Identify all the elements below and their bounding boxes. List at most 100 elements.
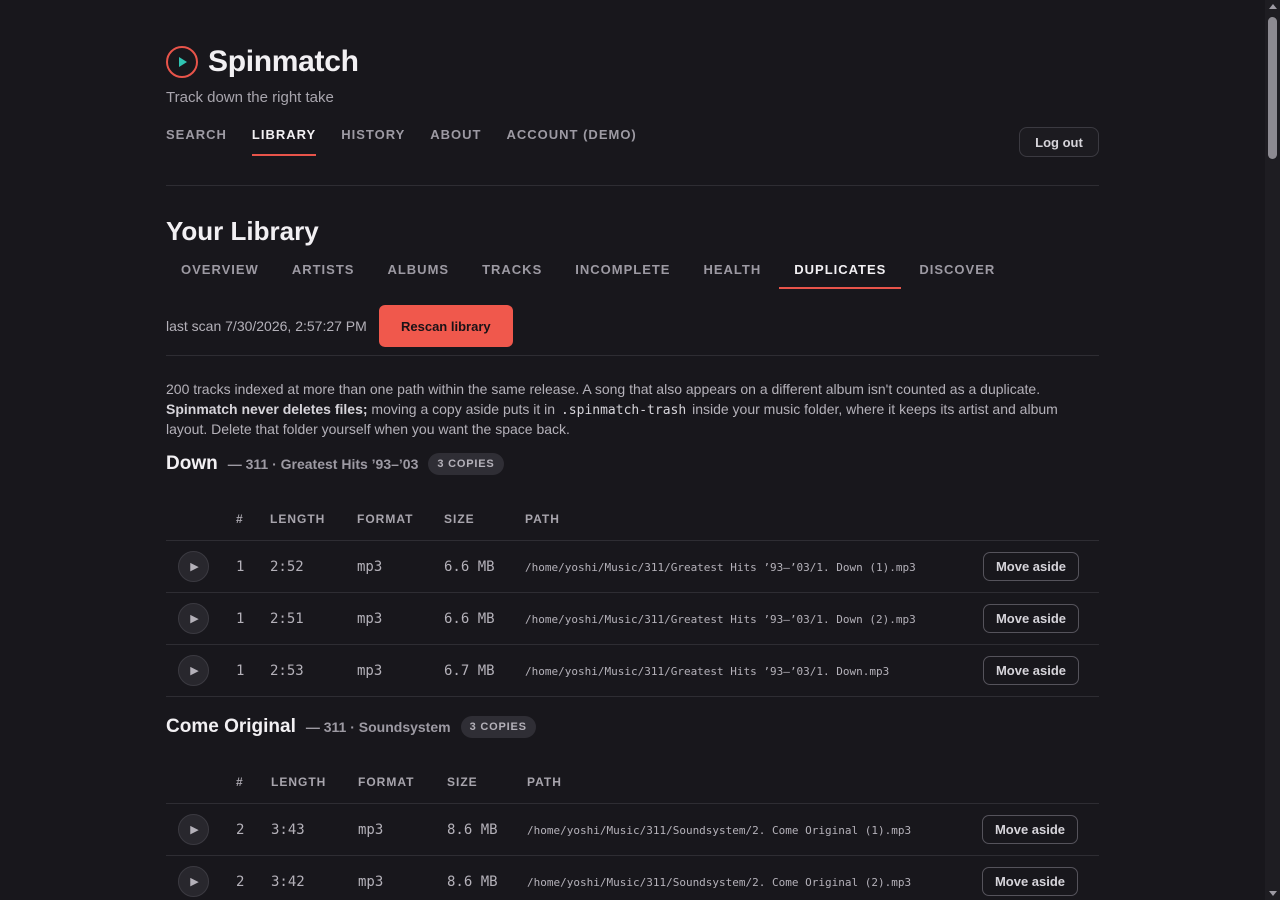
group-header: Come Original — 311 · Soundsystem 3 COPI… bbox=[166, 715, 1099, 739]
move-aside-button[interactable]: Move aside bbox=[983, 552, 1079, 581]
column-header-format: FORMAT bbox=[358, 775, 415, 789]
column-header-path: PATH bbox=[527, 775, 562, 789]
trash-folder-code: .spinmatch-trash bbox=[560, 403, 687, 418]
tab-artists[interactable]: ARTISTS bbox=[277, 262, 370, 289]
track-length: 3:43 bbox=[271, 822, 305, 838]
table-row: ▶ 2 3:42 mp3 8.6 MB /home/yoshi/Music/31… bbox=[166, 856, 1099, 900]
divider bbox=[166, 185, 1099, 186]
column-header-length: LENGTH bbox=[270, 512, 326, 526]
tab-discover[interactable]: DISCOVER bbox=[904, 262, 1010, 289]
library-tabs: OVERVIEW ARTISTS ALBUMS TRACKS INCOMPLET… bbox=[166, 262, 1013, 289]
move-aside-button[interactable]: Move aside bbox=[983, 604, 1079, 633]
scroll-down-icon[interactable] bbox=[1269, 891, 1277, 896]
track-path: /home/yoshi/Music/311/Soundsystem/2. Com… bbox=[527, 824, 912, 837]
table-header: # LENGTH FORMAT SIZE PATH bbox=[166, 499, 1099, 541]
nav-search[interactable]: SEARCH bbox=[166, 127, 227, 156]
play-button[interactable]: ▶ bbox=[178, 551, 209, 582]
track-number: 1 bbox=[236, 611, 245, 627]
divider bbox=[166, 355, 1099, 356]
track-path: /home/yoshi/Music/311/Greatest Hits ’93–… bbox=[525, 665, 890, 678]
track-path: /home/yoshi/Music/311/Greatest Hits ’93–… bbox=[525, 613, 916, 626]
duplicate-group: Come Original — 311 · Soundsystem 3 COPI… bbox=[166, 715, 1099, 900]
track-format: mp3 bbox=[357, 559, 383, 575]
copies-badge: 3 COPIES bbox=[460, 716, 536, 738]
description-bold: Spinmatch never deletes files; bbox=[166, 401, 368, 417]
brand-name: Spinmatch bbox=[208, 45, 359, 78]
copies-badge: 3 COPIES bbox=[428, 453, 504, 475]
vertical-scrollbar[interactable] bbox=[1265, 0, 1280, 900]
move-aside-button[interactable]: Move aside bbox=[983, 656, 1079, 685]
track-size: 8.6 MB bbox=[447, 874, 498, 890]
column-header-path: PATH bbox=[525, 512, 560, 526]
track-format: mp3 bbox=[357, 663, 383, 679]
main-nav: SEARCH LIBRARY HISTORY ABOUT ACCOUNT (DE… bbox=[166, 127, 662, 156]
tagline: Track down the right take bbox=[166, 89, 334, 106]
column-header-num: # bbox=[236, 775, 244, 789]
play-button[interactable]: ▶ bbox=[178, 866, 209, 897]
track-number: 2 bbox=[236, 874, 245, 890]
track-size: 6.6 MB bbox=[444, 611, 495, 627]
track-size: 6.6 MB bbox=[444, 559, 495, 575]
play-circle-icon bbox=[166, 46, 198, 78]
tab-incomplete[interactable]: INCOMPLETE bbox=[560, 262, 685, 289]
description-text: moving a copy aside puts it in bbox=[367, 401, 559, 417]
play-button[interactable]: ▶ bbox=[178, 603, 209, 634]
move-aside-button[interactable]: Move aside bbox=[982, 815, 1078, 844]
logout-button[interactable]: Log out bbox=[1019, 127, 1099, 157]
track-format: mp3 bbox=[358, 822, 384, 838]
play-button[interactable]: ▶ bbox=[178, 655, 209, 686]
nav-about[interactable]: ABOUT bbox=[430, 127, 481, 156]
tab-duplicates[interactable]: DUPLICATES bbox=[779, 262, 902, 289]
play-icon: ▶ bbox=[190, 665, 199, 677]
group-subtitle: — 311 · Soundsystem bbox=[305, 719, 451, 735]
nav-history[interactable]: HISTORY bbox=[341, 127, 405, 156]
play-icon: ▶ bbox=[190, 824, 199, 836]
table-row: ▶ 1 2:53 mp3 6.7 MB /home/yoshi/Music/31… bbox=[166, 645, 1099, 697]
tab-tracks[interactable]: TRACKS bbox=[467, 262, 557, 289]
track-length: 3:42 bbox=[271, 874, 305, 890]
move-aside-button[interactable]: Move aside bbox=[982, 867, 1078, 896]
column-header-size: SIZE bbox=[447, 775, 478, 789]
column-header-num: # bbox=[236, 512, 244, 526]
nav-account[interactable]: ACCOUNT (DEMO) bbox=[507, 127, 637, 156]
track-path: /home/yoshi/Music/311/Soundsystem/2. Com… bbox=[527, 876, 912, 889]
table-row: ▶ 2 3:43 mp3 8.6 MB /home/yoshi/Music/31… bbox=[166, 804, 1099, 856]
track-length: 2:52 bbox=[270, 559, 304, 575]
last-scan-text: last scan 7/30/2026, 2:57:27 PM bbox=[166, 318, 367, 334]
page-title: Your Library bbox=[166, 216, 319, 246]
column-header-size: SIZE bbox=[444, 512, 475, 526]
play-icon: ▶ bbox=[190, 561, 199, 573]
nav-library[interactable]: LIBRARY bbox=[251, 127, 317, 156]
tab-albums[interactable]: ALBUMS bbox=[372, 262, 464, 289]
track-number: 2 bbox=[236, 822, 245, 838]
group-header: Down — 311 · Greatest Hits ’93–’03 3 COP… bbox=[166, 452, 1099, 476]
duplicates-description: 200 tracks indexed at more than one path… bbox=[166, 380, 1099, 440]
track-length: 2:51 bbox=[270, 611, 304, 627]
play-button[interactable]: ▶ bbox=[178, 814, 209, 845]
description-line: 200 tracks indexed at more than one path… bbox=[166, 381, 1041, 397]
brand[interactable]: Spinmatch bbox=[166, 45, 359, 79]
column-header-format: FORMAT bbox=[357, 512, 414, 526]
table-row: ▶ 1 2:51 mp3 6.6 MB /home/yoshi/Music/31… bbox=[166, 593, 1099, 645]
track-length: 2:53 bbox=[270, 663, 304, 679]
scroll-thumb[interactable] bbox=[1268, 17, 1277, 159]
track-path: /home/yoshi/Music/311/Greatest Hits ’93–… bbox=[525, 561, 916, 574]
track-number: 1 bbox=[236, 663, 245, 679]
scan-row: last scan 7/30/2026, 2:57:27 PM Rescan l… bbox=[166, 305, 513, 347]
column-header-length: LENGTH bbox=[271, 775, 327, 789]
group-title: Down bbox=[166, 453, 218, 474]
group-title: Come Original bbox=[166, 716, 296, 737]
tab-overview[interactable]: OVERVIEW bbox=[166, 262, 274, 289]
table-header: # LENGTH FORMAT SIZE PATH bbox=[166, 762, 1099, 804]
table-row: ▶ 1 2:52 mp3 6.6 MB /home/yoshi/Music/31… bbox=[166, 541, 1099, 593]
track-size: 6.7 MB bbox=[444, 663, 495, 679]
play-icon: ▶ bbox=[190, 876, 199, 888]
rescan-library-button[interactable]: Rescan library bbox=[378, 305, 513, 347]
track-number: 1 bbox=[236, 559, 245, 575]
duplicate-group: Down — 311 · Greatest Hits ’93–’03 3 COP… bbox=[166, 452, 1099, 697]
track-size: 8.6 MB bbox=[447, 822, 498, 838]
play-icon: ▶ bbox=[190, 613, 199, 625]
tab-health[interactable]: HEALTH bbox=[688, 262, 776, 289]
scroll-up-icon[interactable] bbox=[1269, 4, 1277, 9]
description-line: Spinmatch never deletes files; moving a … bbox=[166, 400, 1099, 438]
